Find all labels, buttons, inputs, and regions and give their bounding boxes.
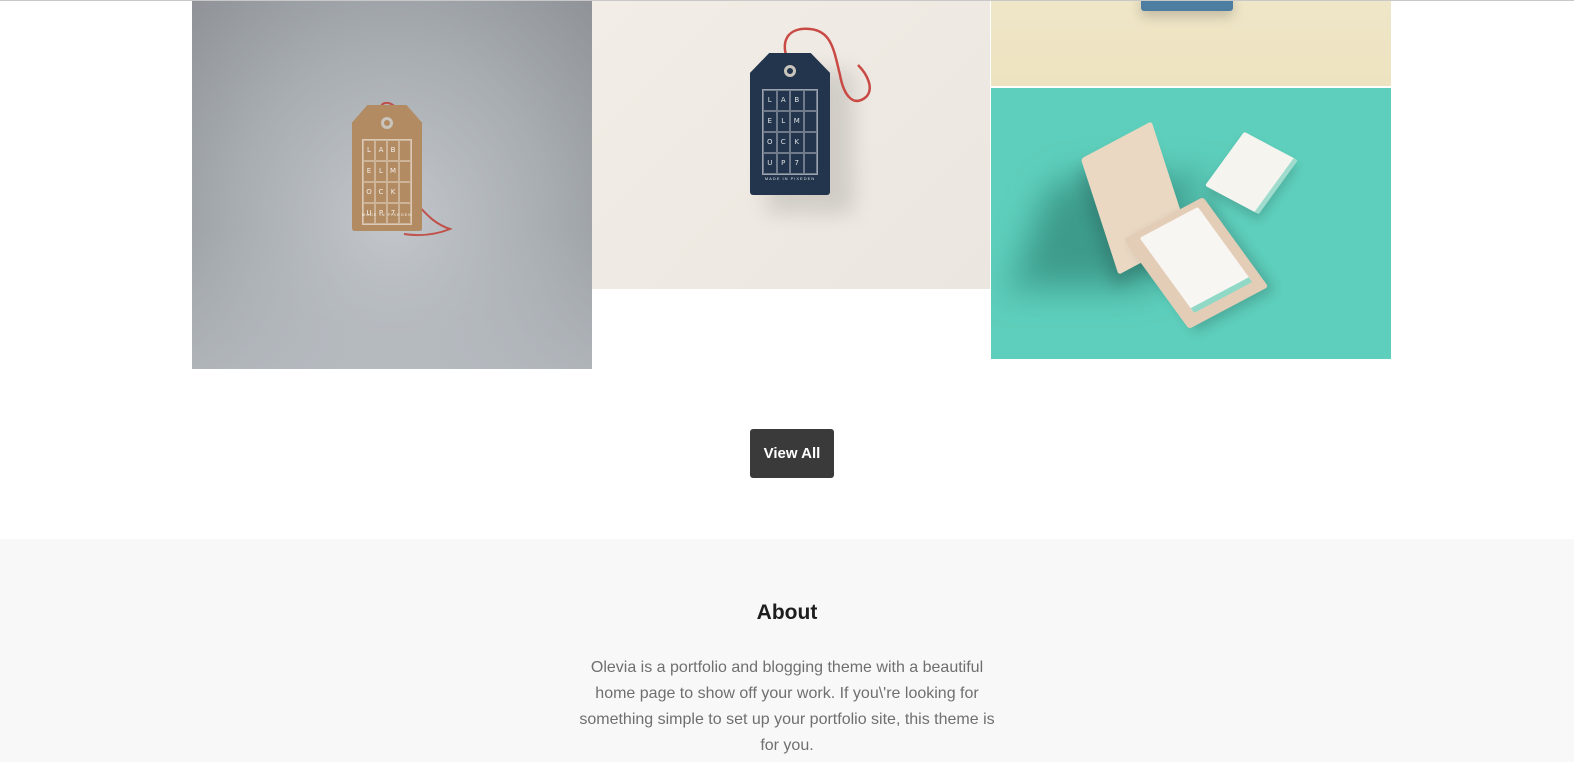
tag-letter: L — [375, 161, 387, 182]
tag-letter: O — [763, 132, 777, 153]
tag-letter: K — [790, 132, 804, 153]
tag-letter: E — [363, 161, 375, 182]
navy-tag: L A B E L M O C K U P 7 MADE IN PIXEDEN — [750, 53, 830, 195]
tag-letter: A — [776, 90, 790, 111]
view-all-button[interactable]: View All — [750, 429, 834, 478]
tag-letter: M — [790, 111, 804, 132]
portfolio-item-kraft-tag[interactable]: L A B E L M O C K U P 7 MADE IN PIXEDEN — [192, 1, 592, 369]
tag-letter: C — [375, 182, 387, 203]
tag-letter: P — [776, 153, 790, 174]
tag-letter: B — [387, 140, 399, 161]
tag-letter: M — [387, 161, 399, 182]
tag-letter — [803, 132, 817, 153]
tag-hole — [784, 65, 796, 77]
business-card-loose — [1204, 131, 1299, 215]
portfolio-item-yellow[interactable] — [991, 1, 1391, 86]
tag-letter: A — [375, 140, 387, 161]
tag-letter: L — [363, 140, 375, 161]
portfolio-grid: L A B E L M O C K U P 7 MADE IN PIXEDEN — [192, 1, 1392, 371]
tag-letter: L — [776, 111, 790, 132]
tag-letter: 7 — [790, 153, 804, 174]
tag-letter: O — [363, 182, 375, 203]
tag-footer-text: MADE IN PIXEDEN — [764, 176, 816, 181]
about-title: About — [756, 601, 818, 624]
tag-letter — [399, 140, 411, 161]
about-text: Olevia is a portfolio and blogging theme… — [579, 659, 995, 754]
tag-hole — [381, 117, 393, 129]
tag-letter — [399, 182, 411, 203]
tag-letter: U — [763, 153, 777, 174]
blue-card-object — [1141, 1, 1233, 11]
tag-letter: L — [763, 90, 777, 111]
tag-letter — [399, 161, 411, 182]
tag-letter — [803, 153, 817, 174]
tag-letter-grid: L A B E L M O C K U P 7 — [762, 89, 818, 175]
tag-letter: E — [763, 111, 777, 132]
tag-letter — [803, 111, 817, 132]
kraft-tag: L A B E L M O C K U P 7 MADE IN PIXEDEN — [352, 105, 422, 231]
about-section: About Olevia is a portfolio and blogging… — [0, 539, 1574, 762]
tag-letter: C — [776, 132, 790, 153]
portfolio-item-navy-tag[interactable]: L A B E L M O C K U P 7 MADE IN PIXEDEN — [592, 1, 990, 289]
tag-letter: B — [790, 90, 804, 111]
tag-letter: K — [387, 182, 399, 203]
portfolio-item-business-card-box[interactable] — [991, 88, 1391, 359]
tag-letter — [803, 90, 817, 111]
tag-footer-text: MADE IN PIXEDEN — [361, 212, 413, 217]
